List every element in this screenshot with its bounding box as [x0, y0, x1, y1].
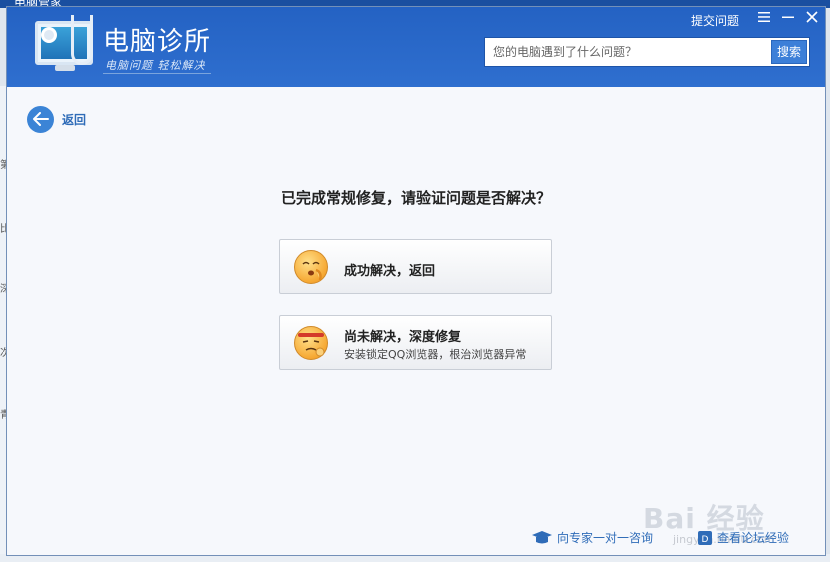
back-button[interactable]: 返回 [27, 105, 86, 133]
resolved-option-title: 成功解决，返回 [344, 264, 436, 279]
slogan-underline [103, 73, 211, 74]
back-label: 返回 [62, 112, 87, 127]
expert-consult-label: 向专家一对一咨询 [557, 531, 654, 545]
deep-repair-option-title: 尚未解决，深度修复 [344, 330, 462, 345]
verification-question: 已完成常规修复，请验证问题是否解决？ [280, 189, 551, 207]
resolved-return-button[interactable]: 成功解决，返回 [279, 239, 552, 294]
forum-experience-label: 查看论坛经验 [717, 531, 790, 545]
expert-consult-link[interactable]: 向专家一对一咨询 [531, 529, 653, 546]
grateful-face-icon [294, 250, 328, 284]
forum-experience-link[interactable]: D 查看论坛经验 [697, 529, 789, 546]
minimize-icon[interactable] [779, 10, 797, 28]
search-input[interactable] [485, 38, 769, 66]
app-title: 电脑诊所 [103, 27, 212, 57]
arrow-left-icon [27, 105, 54, 133]
search-box: 搜索 [484, 37, 810, 67]
diagnosis-window: 电脑诊所 电脑问题 轻松解决 提交问题 搜索 返回 已完成常规修复，请验证问题是… [6, 6, 826, 556]
submit-issue-link[interactable]: 提交问题 [691, 12, 739, 29]
app-slogan: 电脑问题 轻松解决 [105, 59, 206, 72]
svg-text:D: D [702, 535, 709, 545]
deep-repair-option-subtitle: 安装锁定QQ浏览器，根治浏览器异常 [344, 348, 527, 361]
search-button[interactable]: 搜索 [771, 40, 807, 64]
determined-face-icon [294, 326, 328, 360]
forum-icon: D [698, 530, 712, 545]
close-icon[interactable] [803, 10, 821, 28]
header: 电脑诊所 电脑问题 轻松解决 提交问题 搜索 [7, 7, 825, 87]
graduation-cap-icon [532, 530, 552, 543]
menu-icon[interactable] [755, 10, 773, 28]
deep-repair-button[interactable]: 尚未解决，深度修复 安装锁定QQ浏览器，根治浏览器异常 [279, 315, 552, 370]
